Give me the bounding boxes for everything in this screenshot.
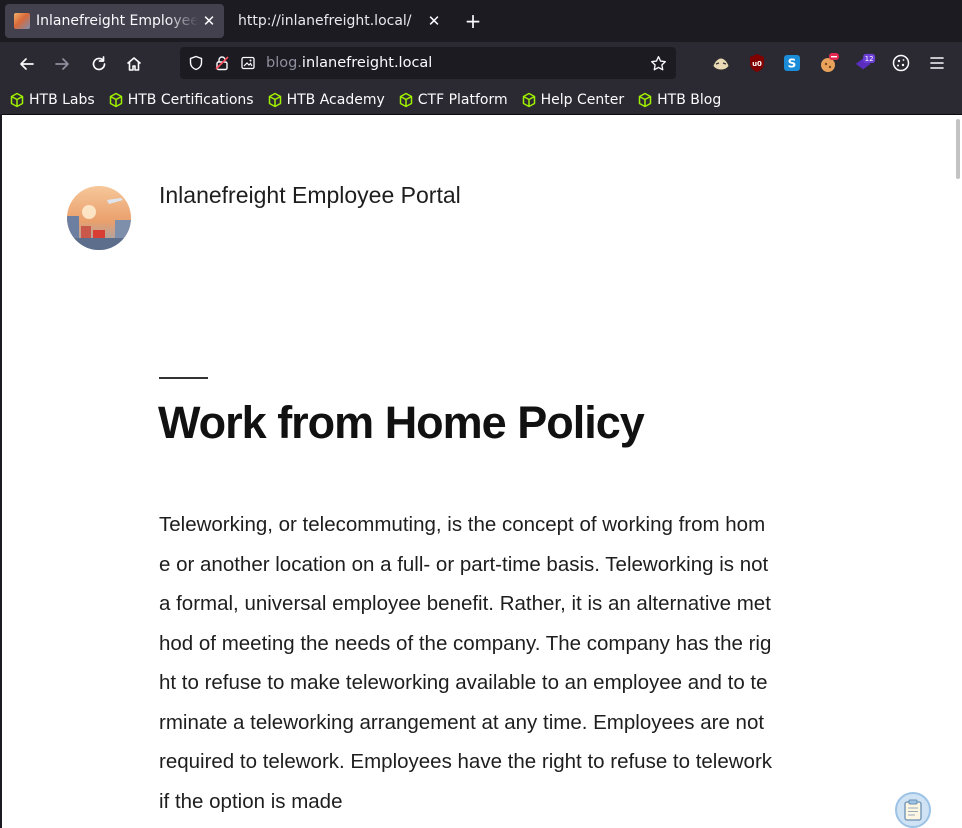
tab-title: http://inlanefreight.local/ <box>238 13 412 29</box>
bookmark-star-icon[interactable] <box>646 51 670 75</box>
cookie-extension-icon[interactable] <box>890 52 912 74</box>
site-title[interactable]: Inlanefreight Employee Portal <box>159 182 461 209</box>
hamburger-menu-icon[interactable] <box>926 52 948 74</box>
badge-extension-icon[interactable]: 12 <box>854 52 876 74</box>
clipboard-icon[interactable] <box>895 792 931 828</box>
htb-cube-icon <box>10 92 24 108</box>
bookmark-htb-blog[interactable]: HTB Blog <box>637 92 721 108</box>
ublock-origin-icon[interactable]: u0 <box>746 52 768 74</box>
bookmark-help-center[interactable]: Help Center <box>521 92 625 108</box>
back-button[interactable] <box>13 50 41 78</box>
bookmark-label: CTF Platform <box>417 92 508 108</box>
post-body: Teleworking, or telecommuting, is the co… <box>159 513 773 813</box>
bookmark-label: HTB Academy <box>286 92 385 108</box>
tab-close-icon[interactable]: ✕ <box>198 10 220 32</box>
bookmark-label: HTB Blog <box>657 92 722 108</box>
foxyproxy-extension-icon[interactable] <box>710 52 732 74</box>
bookmark-ctf-platform[interactable]: CTF Platform <box>398 92 508 108</box>
site-favicon-icon <box>14 13 30 29</box>
new-tab-button[interactable]: + <box>462 10 484 32</box>
tab-inlanefreight-portal[interactable]: Inlanefreight Employee Portal ✕ <box>5 4 224 38</box>
home-icon <box>126 57 142 71</box>
url-domain: inlanefreight.local <box>301 55 433 71</box>
bookmark-htb-labs[interactable]: HTB Labs <box>9 92 95 108</box>
arrow-left-icon <box>20 58 34 70</box>
forward-button[interactable] <box>48 50 76 78</box>
bookmark-htb-academy[interactable]: HTB Academy <box>267 92 385 108</box>
shield-icon[interactable] <box>186 53 206 73</box>
bookmark-label: HTB Certifications <box>127 92 254 108</box>
url-subdomain: blog. <box>266 55 302 71</box>
ublock-label: u0 <box>752 60 762 68</box>
navigation-toolbar: blog.inlanefreight.local u0 S 12 <box>0 42 962 86</box>
htb-cube-icon <box>522 92 535 108</box>
url-text[interactable]: blog.inlanefreight.local <box>266 55 646 71</box>
tab-strip: Inlanefreight Employee Portal ✕ http://i… <box>0 0 962 42</box>
address-bar[interactable]: blog.inlanefreight.local <box>180 47 676 79</box>
site-logo[interactable] <box>67 186 131 250</box>
htb-cube-icon <box>399 92 412 108</box>
s-extension-icon[interactable]: S <box>781 52 803 74</box>
tab-inlanefreight-local[interactable]: http://inlanefreight.local/ ✕ <box>229 4 449 38</box>
bookmark-htb-certifications[interactable]: HTB Certifications <box>108 92 254 108</box>
htb-cube-icon <box>638 92 652 108</box>
htb-cube-icon <box>109 92 122 108</box>
page-image-icon[interactable] <box>238 53 258 73</box>
reload-icon <box>92 56 106 71</box>
insecure-lock-icon[interactable] <box>212 53 232 73</box>
htb-cube-icon <box>268 92 281 108</box>
cookie-editor-extension-icon[interactable] <box>818 52 840 74</box>
reload-button[interactable] <box>85 50 113 78</box>
page-content: Inlanefreight Employee Portal Work from … <box>2 114 962 828</box>
bookmarks-toolbar: HTB Labs HTB Certifications HTB Academy … <box>0 86 962 114</box>
bookmark-label: Help Center <box>540 92 625 108</box>
svg-text:S: S <box>788 57 797 71</box>
post-title: Work from Home Policy <box>158 397 645 448</box>
tab-close-icon[interactable]: ✕ <box>423 10 445 32</box>
extension-badge-count: 12 <box>865 55 874 63</box>
title-divider <box>159 377 208 379</box>
tab-title: Inlanefreight Employee Portal <box>36 13 198 29</box>
arrow-right-icon <box>55 58 69 70</box>
home-button[interactable] <box>120 50 148 78</box>
bookmark-label: HTB Labs <box>29 92 95 108</box>
page-scrollbar[interactable] <box>956 119 960 179</box>
